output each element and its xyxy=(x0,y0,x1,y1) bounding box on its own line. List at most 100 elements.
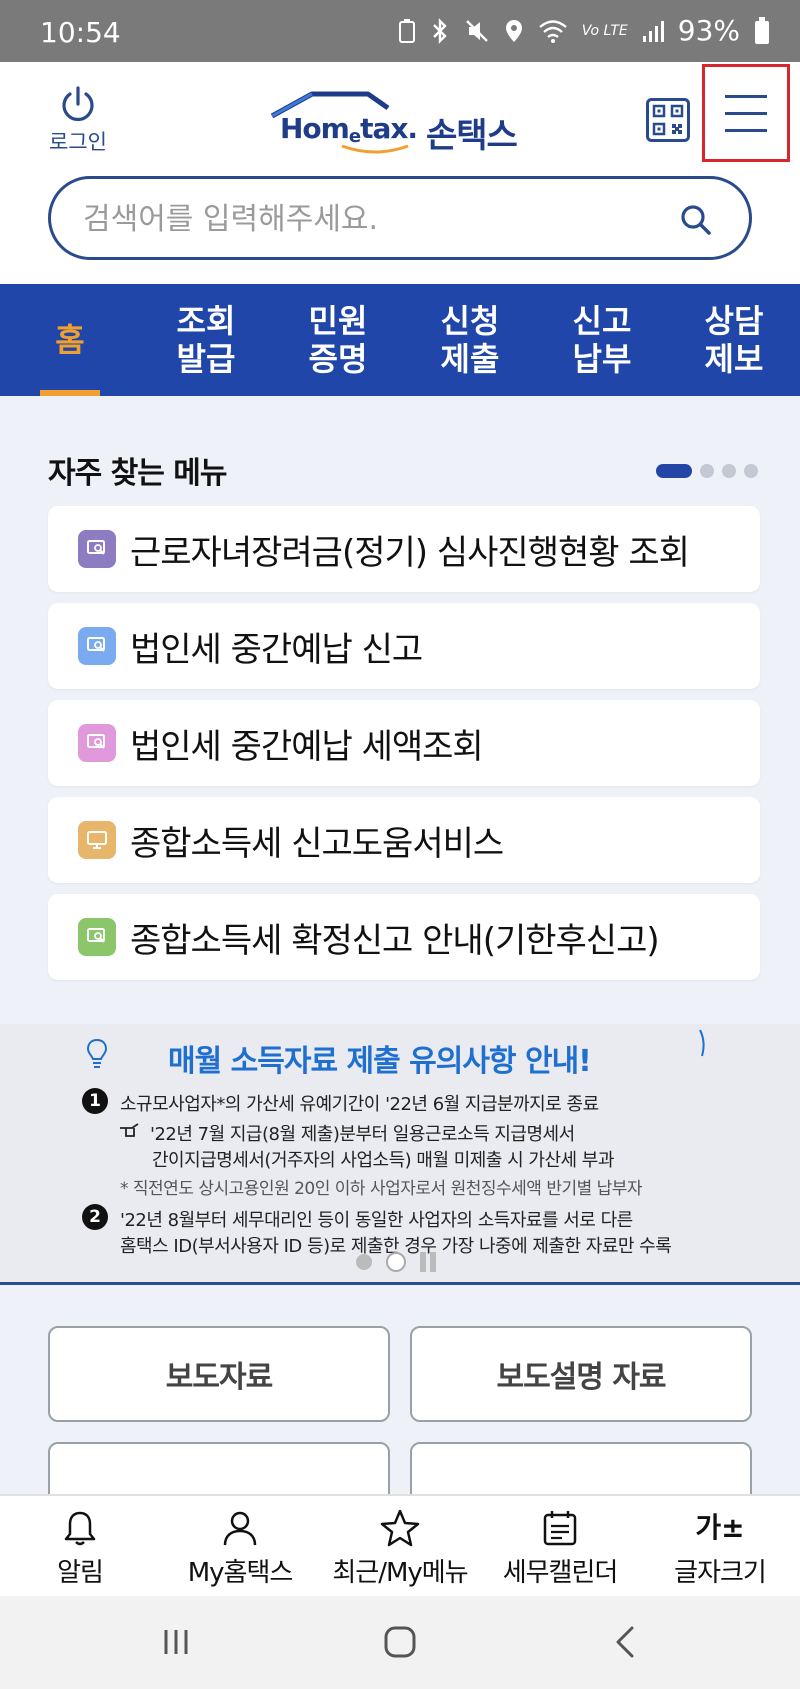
monitor-icon xyxy=(78,821,116,859)
pager-dot[interactable] xyxy=(744,464,758,478)
pager-dot[interactable] xyxy=(700,464,714,478)
banner-line: '22년 7월 지급(8월 제출)분부터 일용근로소득 지급명세서 xyxy=(150,1124,575,1145)
tab-label: 신고 납부 xyxy=(572,302,632,378)
main-content: 자주 찾는 메뉴 근로자녀장려금(정기) 심사진행현황 조회 법인세 중간예납 … xyxy=(0,396,800,1538)
back-icon[interactable] xyxy=(608,1624,644,1660)
battery-icon xyxy=(755,16,769,44)
logo-text-ko: 손택스 xyxy=(426,116,518,156)
battery-percent: 93% xyxy=(677,14,740,47)
bottom-nav-label: 글자크기 xyxy=(674,1558,767,1588)
divider xyxy=(0,1282,800,1285)
pause-icon[interactable] xyxy=(420,1252,436,1272)
bluetooth-icon xyxy=(432,17,447,44)
tab-civil-certificate[interactable]: 민원 증명 xyxy=(272,284,404,396)
bottom-nav-label: My홈택스 xyxy=(187,1558,294,1588)
tab-home[interactable]: 홈 xyxy=(0,284,140,396)
banner-pager xyxy=(356,1252,436,1272)
network-type: Vo LTE xyxy=(581,22,628,39)
signal-icon xyxy=(642,20,664,42)
app-header: 로그인 Hometax. 손택스 xyxy=(0,62,800,162)
press-release-button[interactable]: 보도자료 xyxy=(48,1326,390,1422)
status-time: 10:54 xyxy=(40,16,121,49)
list-item-label: 법인세 중간예납 세액조회 xyxy=(130,726,484,767)
wifi-icon xyxy=(538,19,567,43)
search-doc-icon xyxy=(78,627,116,665)
banner-dot[interactable] xyxy=(386,1252,406,1272)
banner-number-2: 2 xyxy=(82,1204,108,1230)
tab-label: 조회 발급 xyxy=(176,302,236,378)
tab-report-pay[interactable]: 신고 납부 xyxy=(536,284,668,396)
carousel-pager xyxy=(656,464,758,478)
calendar-icon xyxy=(543,1511,577,1546)
list-item[interactable]: 종합소득세 신고도움서비스 xyxy=(48,797,760,883)
tab-apply-submit[interactable]: 신청 제출 xyxy=(404,284,536,396)
list-item-label: 근로자녀장려금(정기) 심사진행현황 조회 xyxy=(130,532,690,573)
system-navigation-bar xyxy=(0,1596,800,1689)
mute-icon xyxy=(465,19,488,42)
bottom-nav-my-hometax[interactable]: My홈택스 xyxy=(160,1496,320,1596)
banner-note: * 직전연도 상시고용인원 20인 이하 사업자로서 원천징수세액 반기별 납부… xyxy=(120,1179,643,1199)
bell-icon xyxy=(64,1511,96,1546)
tab-label: 민원 증명 xyxy=(308,302,368,378)
banner-line: '22년 8월부터 세무대리인 등이 동일한 사업자의 소득자료를 서로 다른 xyxy=(120,1210,633,1231)
bottom-nav-label: 알림 xyxy=(57,1558,104,1588)
status-icons: Vo LTE 93% xyxy=(398,14,770,47)
bottom-nav: 알림 My홈택스 최근/My메뉴 세무캘린더 가± 글자크기 xyxy=(0,1494,800,1596)
hamburger-menu-button[interactable] xyxy=(702,64,790,162)
frequent-menu-list: 근로자녀장려금(정기) 심사진행현황 조회 법인세 중간예납 신고 법인세 중간… xyxy=(48,506,760,991)
bottom-nav-tax-calendar[interactable]: 세무캘린더 xyxy=(480,1496,640,1596)
tab-consult-report[interactable]: 상담 제보 xyxy=(668,284,800,396)
list-item[interactable]: 종합소득세 확정신고 안내(기한후신고) xyxy=(48,894,760,980)
font-size-icon: 가± xyxy=(695,1511,745,1544)
logo-text-en: Hometax. xyxy=(280,112,418,147)
section-title: 자주 찾는 메뉴 xyxy=(48,456,227,491)
battery-saver-icon xyxy=(398,18,415,43)
bottom-nav-recent-my-menu[interactable]: 최근/My메뉴 xyxy=(320,1496,480,1596)
hamburger-icon xyxy=(725,94,767,98)
search-input[interactable] xyxy=(83,197,643,241)
list-item[interactable]: 근로자녀장려금(정기) 심사진행현황 조회 xyxy=(48,506,760,592)
banner-dot[interactable] xyxy=(356,1254,372,1270)
tab-label: 상담 제보 xyxy=(704,302,764,378)
power-icon xyxy=(62,86,94,122)
bottom-nav-alarm[interactable]: 알림 xyxy=(0,1496,160,1596)
qr-code-button[interactable] xyxy=(646,98,690,142)
qr-code-icon xyxy=(646,98,690,142)
bottom-nav-label: 세무캘린더 xyxy=(502,1558,619,1588)
main-nav: 홈 조회 발급 민원 증명 신청 제출 신고 납부 상담 제보 xyxy=(0,284,800,396)
banner-number-1: 1 xyxy=(82,1088,108,1114)
list-item-label: 종합소득세 신고도움서비스 xyxy=(130,823,504,864)
list-item-label: 종합소득세 확정신고 안내(기한후신고) xyxy=(130,920,660,961)
tab-label: 홈 xyxy=(55,321,85,359)
hometax-logo[interactable]: Hometax. 손택스 xyxy=(268,90,538,156)
banner-bracket-icon xyxy=(699,1029,705,1057)
login-button[interactable]: 로그인 xyxy=(38,84,118,156)
banner-line: 소규모사업자*의 가산세 유예기간이 '22년 6월 지급분까지로 종료 xyxy=(120,1094,599,1115)
pager-dot[interactable] xyxy=(656,464,692,478)
list-item[interactable]: 법인세 중간예납 세액조회 xyxy=(48,700,760,786)
list-item-label: 법인세 중간예납 신고 xyxy=(130,629,423,670)
status-bar: 10:54 Vo LTE 93% xyxy=(0,0,800,62)
search-doc-icon xyxy=(78,724,116,762)
search-bar xyxy=(48,176,752,260)
login-label: 로그인 xyxy=(49,130,107,154)
user-icon xyxy=(223,1511,257,1546)
logo-smile-icon xyxy=(341,144,409,154)
pager-dot[interactable] xyxy=(722,464,736,478)
banner-title: 매월 소득자료 제출 유의사항 안내! xyxy=(168,1044,592,1079)
search-icon[interactable] xyxy=(679,203,713,237)
banner-line: 간이지급명세서(거주자의 사업소득) 매월 미제출 시 가산세 부과 xyxy=(152,1150,614,1171)
bottom-nav-font-size[interactable]: 가± 글자크기 xyxy=(640,1496,800,1596)
star-icon xyxy=(380,1509,420,1547)
press-explanation-button[interactable]: 보도설명 자료 xyxy=(410,1326,752,1422)
home-icon[interactable] xyxy=(382,1624,418,1660)
search-doc-icon xyxy=(78,530,116,568)
search-doc-icon xyxy=(78,918,116,956)
notice-banner[interactable]: 매월 소득자료 제출 유의사항 안내! 1 소규모사업자*의 가산세 유예기간이… xyxy=(0,1024,800,1282)
location-icon xyxy=(505,19,522,42)
list-item[interactable]: 법인세 중간예납 신고 xyxy=(48,603,760,689)
lightbulb-icon xyxy=(86,1038,108,1068)
pointing-hand-icon xyxy=(120,1123,139,1137)
recent-apps-icon[interactable] xyxy=(158,1624,194,1660)
tab-inquiry-issue[interactable]: 조회 발급 xyxy=(140,284,272,396)
